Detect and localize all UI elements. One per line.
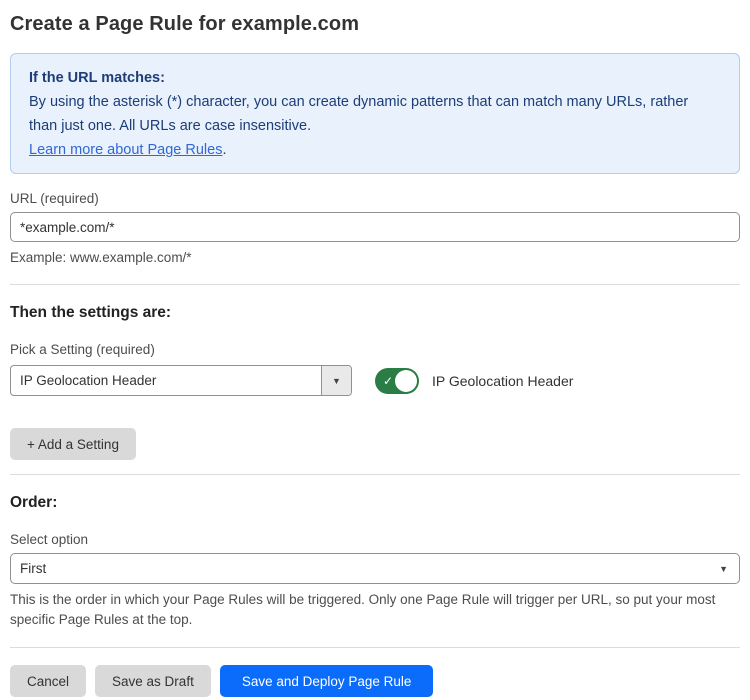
order-help-text: This is the order in which your Page Rul… xyxy=(10,590,730,630)
toggle-label: IP Geolocation Header xyxy=(432,373,573,389)
actions-row: Cancel Save as Draft Save and Deploy Pag… xyxy=(10,665,740,697)
info-box-link-line: Learn more about Page Rules. xyxy=(29,138,721,162)
order-dropdown[interactable]: First ▼ xyxy=(10,553,740,584)
url-example-text: Example: www.example.com/* xyxy=(10,248,730,268)
setting-row: IP Geolocation Header ▼ ✓ IP Geolocation… xyxy=(10,365,740,396)
learn-more-link[interactable]: Learn more about Page Rules xyxy=(29,142,222,158)
url-field-label: URL (required) xyxy=(10,191,740,206)
settings-section-heading: Then the settings are: xyxy=(10,304,740,322)
order-section-heading: Order: xyxy=(10,494,740,512)
setting-picker-label: Pick a Setting (required) xyxy=(10,342,740,357)
setting-dropdown[interactable]: IP Geolocation Header ▼ xyxy=(10,365,352,396)
page-title: Create a Page Rule for example.com xyxy=(10,13,740,36)
info-box-body: By using the asterisk (*) character, you… xyxy=(29,90,719,138)
save-and-deploy-button[interactable]: Save and Deploy Page Rule xyxy=(220,665,434,697)
setting-dropdown-value: IP Geolocation Header xyxy=(11,366,321,395)
info-box-heading: If the URL matches: xyxy=(29,66,721,90)
url-match-info-box: If the URL matches: By using the asteris… xyxy=(10,53,740,174)
url-input[interactable] xyxy=(10,212,740,242)
divider xyxy=(10,284,740,285)
checkmark-icon: ✓ xyxy=(383,374,393,388)
add-setting-button[interactable]: + Add a Setting xyxy=(10,428,136,460)
divider xyxy=(10,647,740,648)
chevron-down-icon: ▼ xyxy=(332,376,341,386)
toggle-knob xyxy=(395,370,417,392)
cancel-button[interactable]: Cancel xyxy=(10,665,86,697)
order-dropdown-value: First xyxy=(20,561,46,576)
divider xyxy=(10,474,740,475)
chevron-down-icon: ▼ xyxy=(719,564,728,574)
setting-toggle[interactable]: ✓ xyxy=(375,368,419,394)
dropdown-arrow-button[interactable]: ▼ xyxy=(321,366,351,395)
save-as-draft-button[interactable]: Save as Draft xyxy=(95,665,211,697)
link-suffix: . xyxy=(222,142,226,158)
order-select-label: Select option xyxy=(10,532,740,547)
